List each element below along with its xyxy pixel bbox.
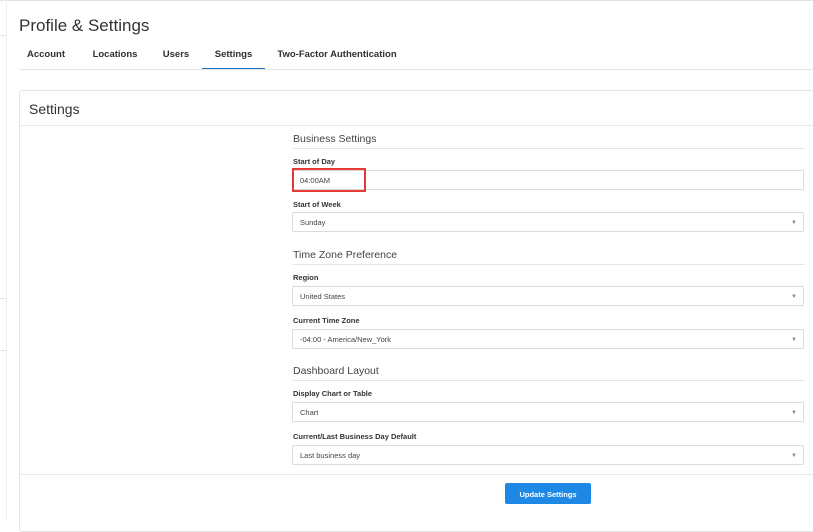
business-day-default-select[interactable]: Last business day ▼ — [292, 445, 804, 465]
business-day-default-label: Current/Last Business Day Default — [293, 432, 417, 441]
left-edge-tick — [0, 350, 6, 351]
left-edge-tick — [0, 298, 6, 299]
section-divider — [293, 380, 805, 381]
start-of-week-value: Sunday — [300, 218, 326, 227]
tabs-divider — [19, 69, 813, 70]
display-chart-or-table-label: Display Chart or Table — [293, 389, 373, 398]
region-select[interactable]: United States ▼ — [292, 286, 804, 306]
card-title: Settings — [29, 101, 80, 117]
left-divider — [6, 0, 7, 519]
current-time-zone-value: -04:00 - America/New_York — [300, 335, 392, 344]
tab-account[interactable]: Account — [25, 42, 67, 68]
tab-users[interactable]: Users — [158, 42, 194, 68]
left-edge-tick — [0, 35, 6, 36]
section-divider — [293, 264, 805, 265]
settings-card: Settings Business Settings Start of Day … — [19, 90, 813, 532]
start-of-day-label: Start of Day — [293, 157, 336, 166]
region-value: United States — [300, 292, 346, 301]
chevron-down-icon: ▼ — [791, 337, 797, 343]
chevron-down-icon: ▼ — [791, 294, 797, 300]
update-settings-button[interactable]: Update Settings — [505, 483, 591, 504]
chevron-down-icon: ▼ — [791, 410, 797, 416]
section-divider — [293, 148, 805, 149]
display-chart-or-table-value: Chart — [300, 408, 319, 417]
display-chart-or-table-select[interactable]: Chart ▼ — [292, 402, 804, 422]
start-of-day-input[interactable]: 04:00AM — [292, 170, 804, 190]
start-of-week-select[interactable]: Sunday ▼ — [292, 212, 804, 232]
start-of-week-label: Start of Week — [293, 200, 341, 209]
card-footer-divider — [20, 474, 813, 475]
time-zone-preference-title: Time Zone Preference — [293, 249, 398, 261]
tab-locations[interactable]: Locations — [89, 42, 141, 68]
page-title: Profile & Settings — [19, 16, 150, 35]
card-header: Settings — [20, 91, 813, 126]
tab-two-factor-authentication[interactable]: Two-Factor Authentication — [275, 42, 399, 68]
tab-settings[interactable]: Settings — [202, 42, 265, 70]
chevron-down-icon: ▼ — [791, 220, 797, 226]
current-time-zone-select[interactable]: -04:00 - America/New_York ▼ — [292, 329, 804, 349]
top-divider — [0, 0, 813, 1]
business-day-default-value: Last business day — [300, 451, 361, 460]
business-settings-title: Business Settings — [293, 133, 377, 145]
region-label: Region — [293, 273, 319, 282]
dashboard-layout-title: Dashboard Layout — [293, 365, 379, 377]
chevron-down-icon: ▼ — [791, 453, 797, 459]
current-time-zone-label: Current Time Zone — [293, 316, 360, 325]
highlight-box — [292, 168, 366, 192]
